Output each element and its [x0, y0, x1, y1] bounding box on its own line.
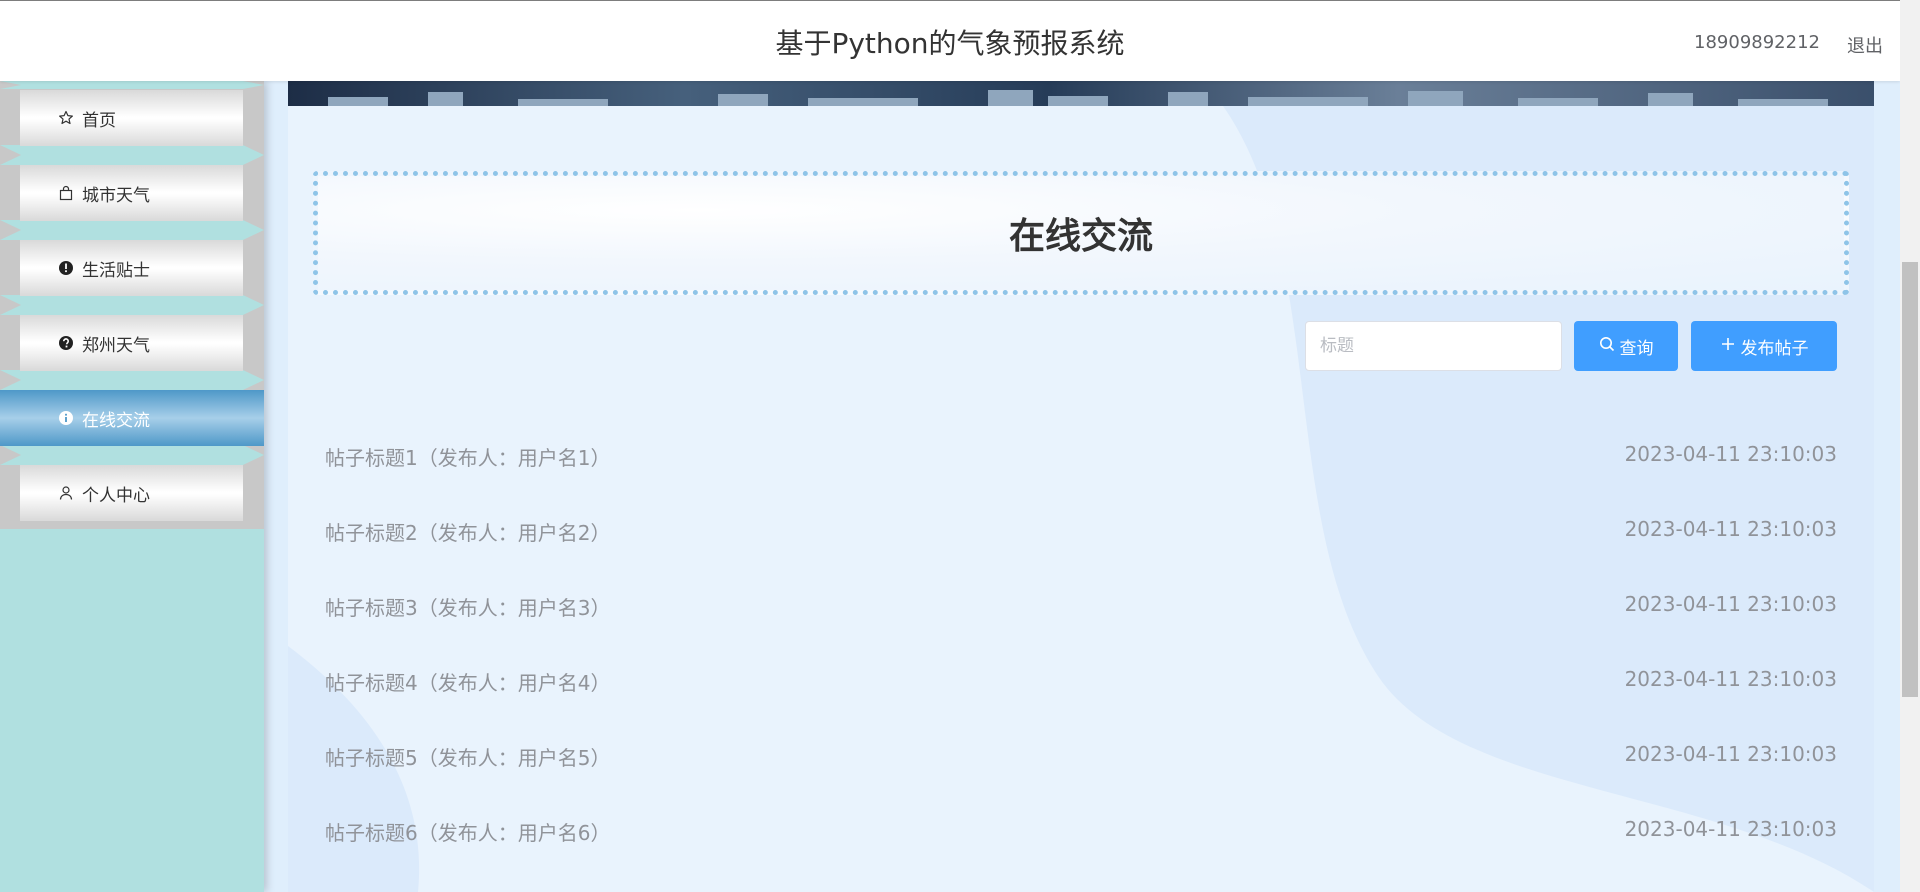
post-title: 帖子标题4（发布人：用户名4） [325, 671, 611, 695]
sidebar-item-city-weather[interactable]: 城市天气 [20, 165, 243, 221]
section-header: 在线交流 [313, 171, 1849, 295]
search-button[interactable]: 查询 [1574, 321, 1678, 371]
post-time: 2023-04-11 23:10:03 [1624, 742, 1837, 766]
sidebar-item-label: 个人中心 [82, 485, 150, 506]
page-scrollbar[interactable] [1900, 0, 1920, 892]
star-icon [58, 110, 74, 126]
post-title: 帖子标题1（发布人：用户名1） [325, 446, 611, 470]
info-circle-icon [58, 410, 74, 426]
post-title: 帖子标题2（发布人：用户名2） [325, 521, 611, 545]
search-button-label: 查询 [1619, 338, 1654, 359]
plus-icon [1720, 336, 1736, 357]
sidebar-item-home[interactable]: 首页 [20, 90, 243, 146]
post-list-item[interactable]: 帖子标题4（发布人：用户名4） 2023-04-11 23:10:03 [325, 667, 1837, 697]
post-title: 帖子标题3（发布人：用户名3） [325, 596, 611, 620]
post-time: 2023-04-11 23:10:03 [1624, 817, 1837, 841]
shopping-bag-icon [58, 185, 74, 201]
sidebar-item-label: 在线交流 [82, 410, 150, 431]
post-list-item[interactable]: 帖子标题1（发布人：用户名1） 2023-04-11 23:10:03 [325, 442, 1837, 472]
post-list-item[interactable]: 帖子标题6（发布人：用户名6） 2023-04-11 23:10:03 [325, 817, 1837, 847]
sidebar-item-online-chat[interactable]: 在线交流 [0, 390, 264, 446]
publish-button-label: 发布帖子 [1740, 338, 1809, 359]
search-icon [1599, 336, 1615, 357]
app-title: 基于Python的气象预报系统 [775, 27, 1125, 60]
sidebar-item-label: 城市天气 [82, 185, 150, 206]
scrollbar-thumb[interactable] [1902, 262, 1918, 697]
sidebar-item-zhengzhou-weather[interactable]: 郑州天气 [20, 315, 243, 371]
post-time: 2023-04-11 23:10:03 [1624, 442, 1837, 466]
main-content: 在线交流 查询 发布帖子 帖子标题1（发布人：用户名1） 2023-04-11 … [288, 81, 1874, 892]
post-list-item[interactable]: 帖子标题5（发布人：用户名5） 2023-04-11 23:10:03 [325, 742, 1837, 772]
warning-circle-icon [58, 260, 74, 276]
sidebar-item-personal-center[interactable]: 个人中心 [20, 465, 243, 521]
post-time: 2023-04-11 23:10:03 [1624, 592, 1837, 616]
page-title: 在线交流 [1008, 216, 1153, 257]
post-list-item[interactable]: 帖子标题3（发布人：用户名3） 2023-04-11 23:10:03 [325, 592, 1837, 622]
top-header: 基于Python的气象预报系统 18909892212 退出 [0, 0, 1900, 81]
publish-post-button[interactable]: 发布帖子 [1691, 321, 1837, 371]
user-phone: 18909892212 [1694, 32, 1820, 53]
sidebar-item-label: 首页 [82, 110, 116, 131]
post-title: 帖子标题5（发布人：用户名5） [325, 746, 611, 770]
sidebar: 首页 城市天气 生活贴士 郑州天气 在线交流 个人中心 [0, 81, 264, 892]
logout-link[interactable]: 退出 [1847, 32, 1883, 58]
post-title: 帖子标题6（发布人：用户名6） [325, 821, 611, 845]
post-time: 2023-04-11 23:10:03 [1624, 517, 1837, 541]
title-search-input[interactable] [1305, 321, 1562, 371]
banner-image [288, 81, 1874, 106]
sidebar-item-label: 郑州天气 [82, 335, 150, 356]
user-icon [58, 485, 74, 501]
post-time: 2023-04-11 23:10:03 [1624, 667, 1837, 691]
question-circle-icon [58, 335, 74, 351]
sidebar-item-life-tips[interactable]: 生活贴士 [20, 240, 243, 296]
post-list-item[interactable]: 帖子标题2（发布人：用户名2） 2023-04-11 23:10:03 [325, 517, 1837, 547]
sidebar-item-label: 生活贴士 [82, 260, 150, 281]
